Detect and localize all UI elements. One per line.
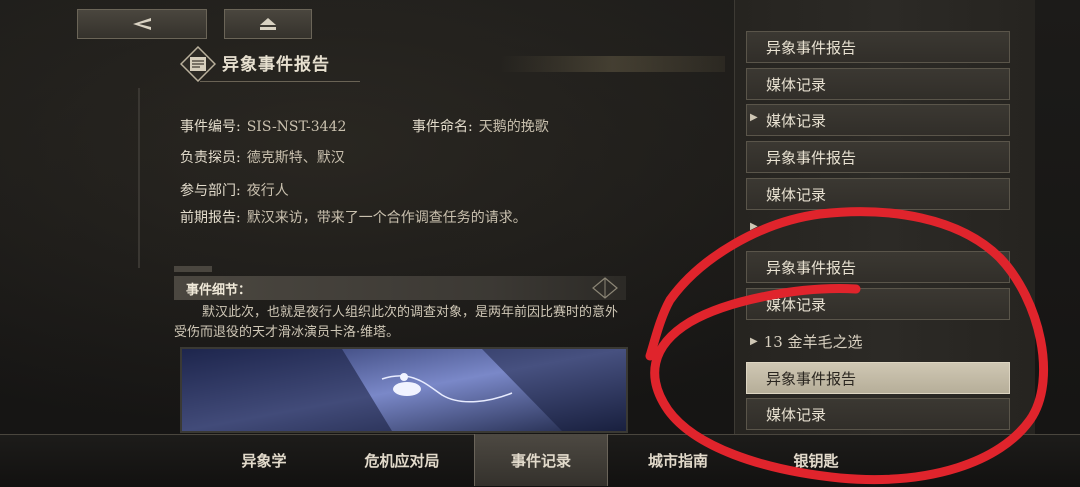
field-label: 参与部门:	[180, 183, 241, 199]
field-department: 参与部门: 夜行人	[180, 180, 289, 200]
field-value: 德克斯特、默汉	[246, 150, 345, 166]
sidebar-item-media[interactable]: 媒体记录	[746, 288, 1010, 320]
nav-tab-crisis-bureau[interactable]: 危机应对局	[336, 434, 468, 486]
nav-tab-event-records[interactable]: 事件记录	[474, 434, 608, 486]
eject-home-icon	[260, 18, 276, 30]
sidebar-item-report[interactable]: 异象事件报告	[746, 141, 1010, 173]
back-button[interactable]	[77, 9, 207, 39]
decorative-stain	[500, 56, 725, 72]
detail-title: 事件细节：	[186, 283, 252, 298]
field-agents: 负责探员: 德克斯特、默汉	[180, 147, 345, 167]
report-emblem-icon	[180, 46, 216, 82]
expand-triangle-icon: ▶	[750, 221, 758, 232]
title-divider	[200, 81, 360, 82]
sidebar-item-report-active[interactable]: 异象事件报告	[746, 362, 1010, 394]
sidebar-item-media[interactable]: 媒体记录	[746, 178, 1010, 210]
field-value: 天鹅的挽歌	[478, 119, 549, 135]
back-arrow-icon	[133, 18, 151, 30]
field-label: 前期报告:	[180, 210, 241, 226]
sidebar-item-media[interactable]: 媒体记录	[746, 398, 1010, 430]
detail-tag	[174, 266, 212, 272]
sidebar-chapter-collapsed[interactable]: ▶	[750, 112, 764, 123]
field-label: 事件命名:	[412, 119, 473, 135]
event-illustration	[180, 347, 628, 433]
home-button[interactable]	[224, 9, 312, 39]
field-event-id: 事件编号: SIS-NST-3442	[180, 116, 346, 136]
nav-tab-silver-key[interactable]: 银钥匙	[750, 434, 882, 486]
sidebar-item-media[interactable]: 媒体记录	[746, 68, 1010, 100]
expand-triangle-icon: ▶	[750, 112, 758, 123]
chapter-label: 13 金羊毛之选	[763, 333, 863, 351]
nav-tab-anomalology[interactable]: 异象学	[198, 434, 330, 486]
field-event-name: 事件命名: 天鹅的挽歌	[412, 116, 549, 136]
left-divider	[138, 88, 140, 268]
field-prior-report: 前期报告: 默汉来访，带来了一个合作调查任务的请求。	[180, 207, 527, 227]
detail-text: 默汉此次，也就是夜行人组织此次的调查对象，是两年前因比赛时的意外受伤而退役的天才…	[174, 305, 619, 340]
field-value: 夜行人	[246, 183, 289, 199]
crest-icon	[592, 277, 618, 299]
sidebar-item-media[interactable]: 媒体记录	[746, 104, 1010, 136]
field-label: 负责探员:	[180, 150, 241, 166]
field-value: SIS-NST-3442	[246, 119, 347, 135]
report-title: 异象事件报告	[222, 55, 330, 75]
field-label: 事件编号:	[180, 119, 241, 135]
sidebar-chapter-collapsed[interactable]: ▶	[750, 221, 764, 232]
expand-triangle-icon: ▶	[750, 336, 758, 347]
sidebar-item-report[interactable]: 异象事件报告	[746, 31, 1010, 63]
nav-tab-city-guide[interactable]: 城市指南	[612, 434, 744, 486]
sidebar-item-report[interactable]: 异象事件报告	[746, 251, 1010, 283]
field-value: 默汉来访，带来了一个合作调查任务的请求。	[246, 210, 527, 226]
sidebar-chapter-13[interactable]: ▶ 13 金羊毛之选	[750, 331, 863, 352]
